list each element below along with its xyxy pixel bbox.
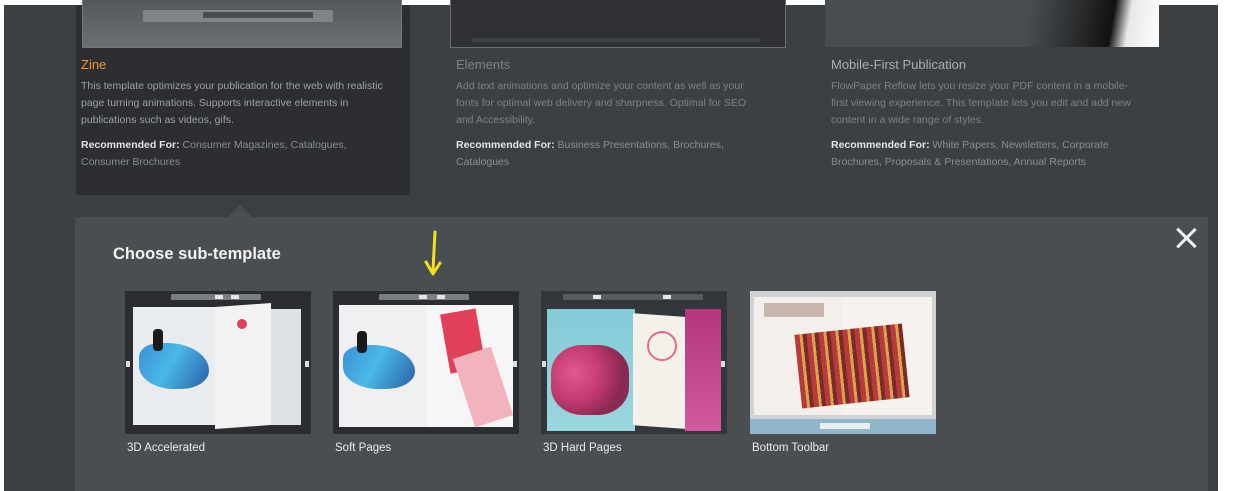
- next-arrow-icon: [305, 361, 309, 367]
- panel-title: Choose sub-template: [113, 245, 281, 263]
- sub-template-soft-pages[interactable]: Soft Pages: [333, 291, 519, 454]
- thumbnail-page-strip: [203, 12, 313, 18]
- template-recommended-mobile-first: Recommended For: White Papers, Newslette…: [831, 137, 1141, 171]
- next-arrow-icon: [513, 361, 517, 367]
- sub-template-bottom-toolbar[interactable]: Bottom Toolbar: [750, 291, 936, 454]
- panel-pointer: [228, 205, 252, 217]
- screen-border-left: [0, 0, 4, 491]
- sub-template-3d-hard-pages[interactable]: 3D Hard Pages: [541, 291, 727, 454]
- preview-logo: [237, 319, 247, 329]
- preview-figure: [357, 331, 367, 353]
- thumbnail-toolbar: [471, 38, 761, 42]
- next-arrow-icon: [721, 361, 725, 367]
- template-recommended-zine: Recommended For: Consumer Magazines, Cat…: [81, 137, 391, 171]
- arrow-down-icon: [424, 230, 442, 276]
- sub-template-preview: [125, 291, 311, 434]
- sub-template-label: 3D Accelerated: [127, 442, 205, 454]
- sub-template-preview: [333, 291, 519, 434]
- sub-template-panel: Choose sub-template 3D Accelerated Soft …: [75, 217, 1208, 491]
- sub-template-label: 3D Hard Pages: [543, 442, 622, 454]
- prev-arrow-icon: [126, 361, 130, 367]
- template-thumbnail-mobile-first[interactable]: [825, 0, 1159, 47]
- preview-figure: [153, 329, 163, 351]
- template-thumbnail-elements[interactable]: [450, 0, 786, 48]
- preview-flowers: [551, 345, 629, 415]
- sub-template-preview: [541, 291, 727, 434]
- preview-toolbar-controls: [820, 423, 870, 429]
- recommended-label: Recommended For:: [456, 139, 555, 151]
- preview-headline: [764, 303, 824, 317]
- sub-template-label: Bottom Toolbar: [752, 442, 830, 454]
- template-title-mobile-first[interactable]: Mobile-First Publication: [831, 57, 966, 72]
- preview-right-page: [271, 309, 301, 425]
- recommended-label: Recommended For:: [81, 139, 180, 151]
- template-thumbnail-zine[interactable]: [82, 0, 402, 48]
- preview-product-image: [794, 323, 910, 409]
- sub-template-preview: [750, 291, 936, 434]
- template-description-elements: Add text animations and optimize your co…: [456, 80, 747, 126]
- template-title-zine: Zine: [81, 57, 107, 72]
- screen-border-right: [1218, 0, 1240, 491]
- prev-arrow-icon: [542, 361, 546, 367]
- template-title-elements[interactable]: Elements: [456, 57, 510, 72]
- sub-template-label: Soft Pages: [335, 442, 392, 454]
- preview-badge: [647, 331, 677, 361]
- sub-template-3d-accelerated[interactable]: 3D Accelerated: [125, 291, 311, 454]
- preview-toolbar: [379, 294, 469, 300]
- template-description-zine: This template optimizes your publication…: [81, 80, 383, 126]
- template-recommended-elements: Recommended For: Business Presentations,…: [456, 137, 766, 171]
- template-description-mobile-first: FlowPaper Reflow lets you resize your PD…: [831, 80, 1131, 126]
- preview-right-page: [685, 309, 721, 431]
- preview-toolbar: [563, 294, 703, 300]
- close-icon[interactable]: [1173, 225, 1199, 251]
- preview-toolbar: [171, 294, 261, 300]
- recommended-label: Recommended For:: [831, 139, 930, 151]
